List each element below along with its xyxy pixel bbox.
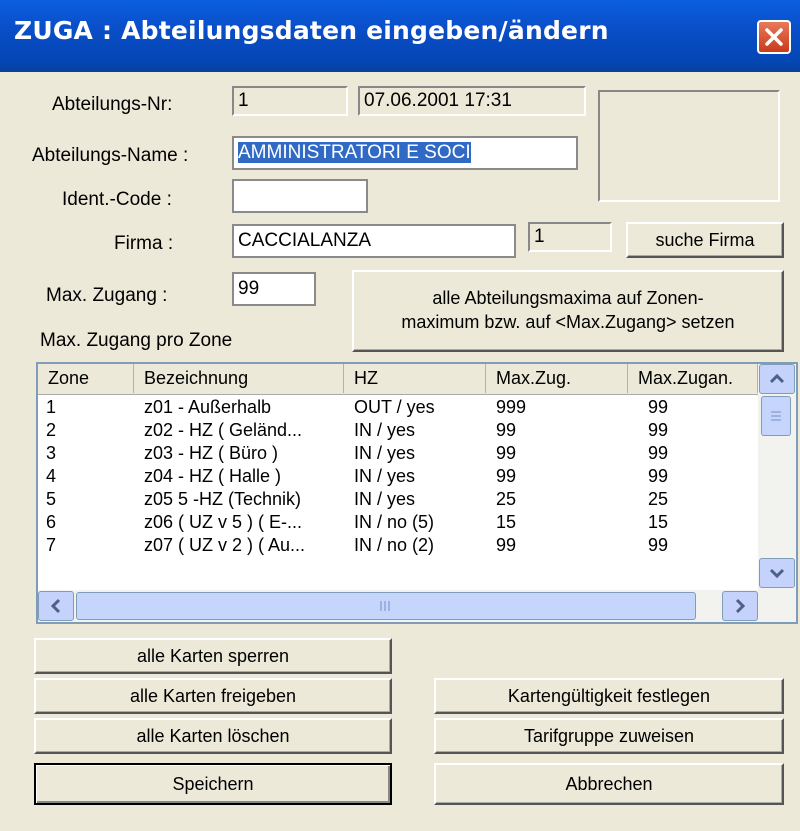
cell-zone: 3 [46,443,57,463]
ident-code-label: Ident.-Code : [62,189,172,210]
table-row[interactable]: 5 z05 5 -HZ (Technik) IN / yes 25 25 [38,488,758,511]
column-header-zone[interactable]: Zone [38,364,134,393]
scroll-right-button[interactable] [722,591,758,621]
suche-firma-button[interactable]: suche Firma [626,222,784,258]
cell-max-zugan: 99 [648,535,669,555]
title-bar[interactable]: ZUGA : Abteilungsdaten eingeben/ändern [0,0,800,72]
abteilungs-nr-label: Abteilungs-Nr: [52,94,173,115]
zone-list-label: Max. Zugang pro Zone [40,330,233,351]
firma-input[interactable]: CACCIALANZA [232,224,516,258]
image-box [598,90,780,202]
cell-max-zugan: 99 [648,397,669,417]
cell-zone: 6 [46,512,57,532]
vertical-scroll-thumb[interactable] [761,396,791,436]
cell-hz: IN / yes [354,466,416,486]
cell-bezeichnung: z07 ( UZ v 2 ) ( Au... [144,535,306,555]
set-zone-maxima-button[interactable]: alle Abteilungsmaxima auf Zonen- maximum… [352,270,784,352]
grip-icon [380,601,390,611]
column-header-max-zugan[interactable]: Max.Zugan. [628,364,758,393]
set-zone-maxima-line2: maximum bzw. auf <Max.Zugang> setzen [401,312,735,332]
chevron-left-icon [50,598,61,614]
cell-bezeichnung: z05 5 -HZ (Technik) [144,489,302,509]
selected-text: AMMINISTRATORI E SOCI [238,142,471,163]
cell-bezeichnung: z01 - Außerhalb [144,397,272,417]
column-header-bezeichnung[interactable]: Bezeichnung [134,364,344,393]
cell-max-zugan: 99 [648,443,669,463]
cell-hz: IN / no (5) [354,512,435,532]
table-row[interactable]: 7 z07 ( UZ v 2 ) ( Au... IN / no (2) 99 … [38,534,758,557]
cell-hz: IN / no (2) [354,535,435,555]
abbrechen-button[interactable]: Abbrechen [434,763,784,805]
cell-max-zug: 99 [496,420,517,440]
zone-list[interactable]: Zone Bezeichnung HZ Max.Zug. Max.Zugan. … [36,362,798,624]
alle-karten-sperren-button[interactable]: alle Karten sperren [34,638,392,674]
cell-max-zug: 999 [496,397,527,417]
cell-zone: 2 [46,420,57,440]
cell-zone: 1 [46,397,57,417]
horizontal-scroll-thumb[interactable] [76,592,696,620]
chevron-right-icon [735,598,746,614]
cell-max-zug: 99 [496,535,517,555]
cell-max-zugan: 25 [648,489,669,509]
abteilungs-name-input[interactable]: AMMINISTRATORI E SOCI [232,136,578,170]
cell-max-zug: 99 [496,466,517,486]
close-button[interactable] [757,20,791,54]
kartengueltigkeit-button[interactable]: Kartengültigkeit festlegen [434,678,784,714]
cell-hz: IN / yes [354,489,416,509]
vertical-scrollbar[interactable] [758,364,796,590]
cell-hz: IN / yes [354,420,416,440]
firma-label: Firma : [114,233,174,254]
scroll-down-button[interactable] [759,558,795,588]
cell-max-zug: 15 [496,512,517,532]
list-header: Zone Bezeichnung HZ Max.Zug. Max.Zugan. [38,364,758,395]
cell-max-zugan: 99 [648,466,669,486]
cell-hz: IN / yes [354,443,416,463]
cell-bezeichnung: z06 ( UZ v 5 ) ( E-... [144,512,303,532]
alle-karten-loeschen-button[interactable]: alle Karten löschen [34,718,392,754]
column-header-max-zug[interactable]: Max.Zug. [486,364,628,393]
dialog-window: ZUGA : Abteilungsdaten eingeben/ändern A… [0,0,800,831]
firma-nr-field: 1 [528,222,612,252]
cell-zone: 4 [46,466,57,486]
tarifgruppe-button[interactable]: Tarifgruppe zuweisen [434,718,784,754]
chevron-up-icon [769,373,785,384]
close-icon [765,28,783,46]
cell-max-zug: 25 [496,489,517,509]
window-title: ZUGA : Abteilungsdaten eingeben/ändern [14,16,609,45]
cell-max-zugan: 99 [648,420,669,440]
cell-max-zugan: 15 [648,512,669,532]
table-row[interactable]: 6 z06 ( UZ v 5 ) ( E-... IN / no (5) 15 … [38,511,758,534]
cell-bezeichnung: z02 - HZ ( Geländ... [144,420,303,440]
horizontal-scrollbar[interactable] [38,590,796,622]
cell-zone: 7 [46,535,57,555]
abteilungs-nr-field: 1 [232,86,348,116]
set-zone-maxima-line1: alle Abteilungsmaxima auf Zonen- [432,288,704,308]
scroll-left-button[interactable] [38,591,74,621]
speichern-button[interactable]: Speichern [34,763,392,805]
table-row[interactable]: 4 z04 - HZ ( Halle ) IN / yes 99 99 [38,465,758,488]
dialog-client: Abteilungs-Nr: 1 07.06.2001 17:31 Abteil… [6,72,798,825]
cell-max-zug: 99 [496,443,517,463]
chevron-down-icon [769,568,785,579]
cell-hz: OUT / yes [354,397,435,417]
cell-zone: 5 [46,489,57,509]
column-header-hz[interactable]: HZ [344,364,486,393]
cell-bezeichnung: z04 - HZ ( Halle ) [144,466,282,486]
alle-karten-freigeben-button[interactable]: alle Karten freigeben [34,678,392,714]
cell-bezeichnung: z03 - HZ ( Büro ) [144,443,279,463]
max-zugang-label: Max. Zugang : [46,285,168,306]
table-row[interactable]: 2 z02 - HZ ( Geländ... IN / yes 99 99 [38,419,758,442]
table-row[interactable]: 3 z03 - HZ ( Büro ) IN / yes 99 99 [38,442,758,465]
scroll-up-button[interactable] [759,364,795,394]
max-zugang-input[interactable]: 99 [232,272,316,306]
abteilungs-name-label: Abteilungs-Name : [32,145,189,166]
table-row[interactable]: 1 z01 - Außerhalb OUT / yes 999 99 [38,396,758,419]
ident-code-input[interactable] [232,179,368,213]
timestamp-field: 07.06.2001 17:31 [358,86,586,116]
grip-icon [771,411,781,421]
